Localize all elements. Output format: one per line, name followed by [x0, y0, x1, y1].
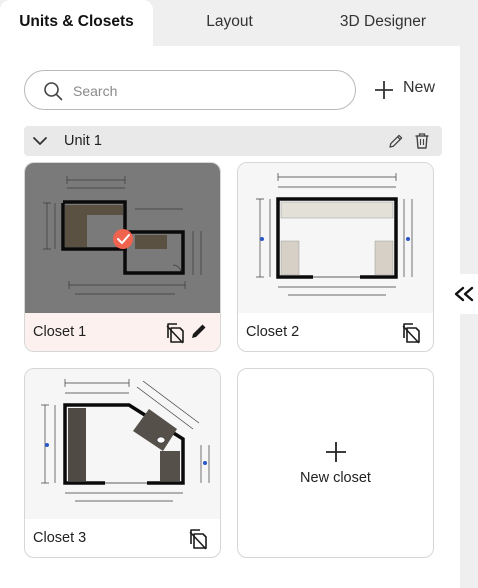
- pencil-icon[interactable]: [190, 322, 208, 340]
- closet-card[interactable]: Closet 1: [24, 162, 221, 352]
- copy-icon[interactable]: [401, 322, 421, 344]
- closet-thumbnail: [25, 369, 220, 519]
- closet-card-footer: Closet 2: [238, 313, 433, 351]
- new-button[interactable]: New: [372, 74, 442, 106]
- tab-3d-designer[interactable]: 3D Designer: [306, 0, 460, 46]
- chevron-down-icon[interactable]: [32, 134, 48, 148]
- search-box[interactable]: [24, 70, 356, 110]
- closet-card[interactable]: Closet 3: [24, 368, 221, 558]
- closet-thumbnail: [25, 163, 220, 313]
- collapse-panel-button[interactable]: [450, 274, 478, 314]
- trash-icon[interactable]: [414, 132, 430, 150]
- closet-thumbnail: [238, 163, 433, 313]
- plus-icon: [326, 442, 346, 462]
- new-closet-label: New closet: [300, 470, 371, 486]
- closet-panel: Units & Closets Layout 3D Designer New U…: [0, 0, 460, 588]
- floor-plan-image: [43, 176, 202, 295]
- search-input[interactable]: [73, 80, 343, 102]
- copy-icon[interactable]: [188, 528, 208, 550]
- floor-plan-image: [41, 379, 210, 502]
- closet-card-footer: Closet 3: [25, 519, 220, 557]
- pencil-icon[interactable]: [388, 133, 404, 149]
- closet-card[interactable]: Closet 2: [237, 162, 434, 352]
- new-button-label: New: [403, 79, 436, 96]
- closet-name: Closet 3: [33, 530, 87, 546]
- closet-name: Closet 2: [246, 324, 300, 340]
- closet-card-footer: Closet 1: [25, 313, 220, 351]
- closet-name: Closet 1: [33, 324, 87, 340]
- search-icon: [44, 82, 63, 101]
- copy-icon[interactable]: [165, 322, 185, 344]
- unit-header: Unit 1: [24, 126, 442, 156]
- floor-plan-image: [256, 173, 413, 296]
- plus-icon: [375, 81, 393, 99]
- unit-name: Unit 1: [64, 133, 102, 149]
- new-closet-card[interactable]: New closet: [237, 368, 434, 558]
- double-chevron-left-icon: [454, 286, 474, 302]
- tab-layout[interactable]: Layout: [153, 0, 306, 46]
- tab-units-closets[interactable]: Units & Closets: [0, 0, 153, 46]
- tab-bar: Units & Closets Layout 3D Designer: [0, 0, 460, 46]
